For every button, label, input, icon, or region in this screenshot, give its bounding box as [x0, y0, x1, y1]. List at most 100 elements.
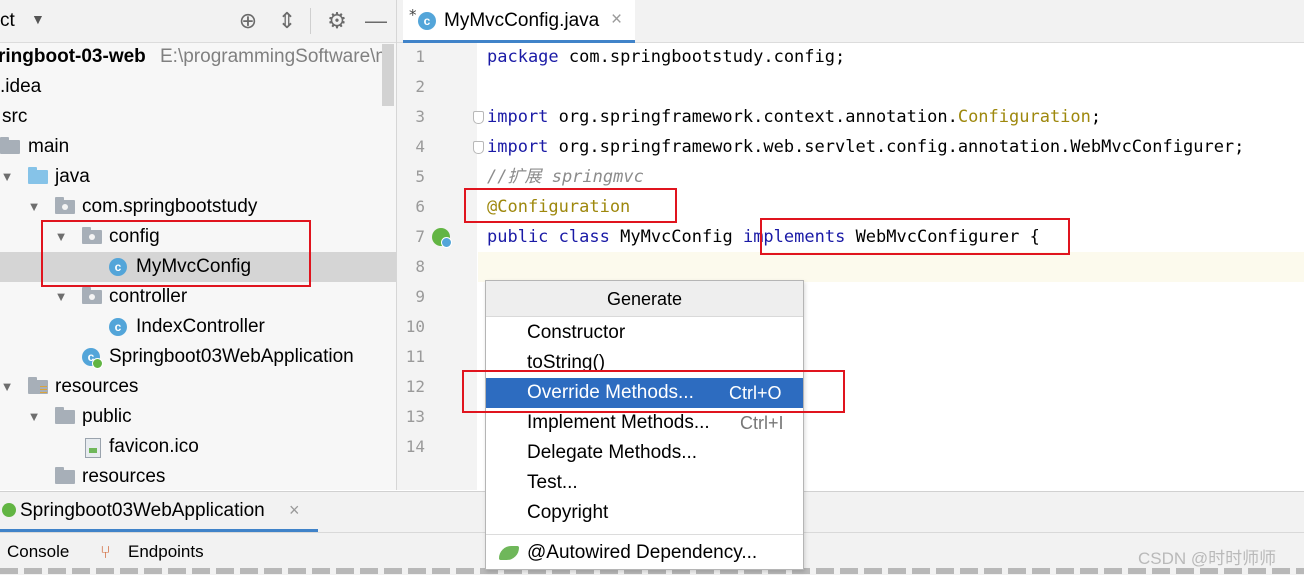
line-number: 6	[415, 197, 425, 216]
resources-folder-icon	[28, 377, 48, 394]
close-icon[interactable]: ×	[289, 500, 300, 521]
menu-item-label: Constructor	[527, 322, 626, 343]
tree-item-label: src	[2, 106, 28, 127]
tree-item-public[interactable]: ▼ public	[0, 402, 396, 432]
tree-item-label: IndexController	[136, 316, 265, 337]
line-number: 14	[405, 437, 425, 456]
expand-arrow-icon[interactable]: ▼	[0, 162, 14, 192]
code-text: ;	[1090, 107, 1102, 127]
class-icon: c	[418, 12, 436, 30]
tree-item-package[interactable]: ▼ com.springbootstudy	[0, 192, 396, 222]
line-number: 13	[405, 407, 425, 426]
code-text: org.springframework.context.annotation.	[548, 107, 958, 127]
line-number: 2	[415, 77, 425, 96]
fold-icon[interactable]	[473, 141, 484, 154]
spring-bean-gutter-icon[interactable]	[432, 228, 452, 248]
tree-item-label: Springboot03WebApplication	[109, 346, 354, 367]
tree-item-label: java	[55, 166, 90, 187]
tree-scrollbar[interactable]	[382, 44, 394, 106]
code-text: com.springbootstudy.config;	[558, 47, 846, 67]
code-comment: //扩展 springmvc	[487, 167, 644, 187]
code-line-1: package com.springbootstudy.config;	[487, 42, 845, 72]
keyword: import	[487, 137, 549, 157]
project-path: E:\programmingSoftware\m	[160, 46, 392, 67]
minimize-icon[interactable]: —	[363, 8, 389, 34]
menu-item-delegate-methods[interactable]: Delegate Methods...	[486, 438, 803, 468]
expand-arrow-icon[interactable]: ▼	[27, 192, 41, 222]
tree-item-label: public	[82, 406, 132, 427]
chevron-down-icon[interactable]: ▼	[31, 11, 45, 27]
menu-item-label: @Autowired Dependency...	[527, 542, 758, 563]
tree-item-resources-sub[interactable]: resources	[0, 462, 396, 490]
expand-arrow-icon[interactable]: ▼	[0, 372, 14, 402]
keyword: package	[487, 47, 559, 67]
source-folder-icon	[28, 167, 48, 184]
menu-divider	[486, 534, 803, 535]
menu-item-test[interactable]: Test...	[486, 468, 803, 498]
line-number: 3	[415, 107, 425, 126]
spring-boot-class-icon: c	[82, 348, 103, 369]
tree-item-java[interactable]: ▼ java	[0, 162, 396, 192]
spring-boot-run-icon	[2, 503, 16, 517]
menu-item-label: Delegate Methods...	[527, 442, 698, 463]
crosshair-icon[interactable]: ⊕	[235, 8, 261, 34]
folder-icon	[0, 137, 20, 154]
collapse-all-icon[interactable]: ⇕	[274, 8, 300, 34]
menu-item-autowired-dependency[interactable]: @Autowired Dependency...	[486, 538, 803, 568]
tab-title[interactable]: MyMvcConfig.java	[444, 10, 599, 32]
highlight-box-annotation	[464, 188, 677, 223]
code-text: org.springframework.web.servlet.config.a…	[548, 137, 1245, 157]
spring-leaf-icon	[499, 546, 519, 560]
tree-item-label: resources	[55, 376, 139, 397]
line-number: 10	[405, 317, 425, 336]
tree-item-src[interactable]: src	[0, 102, 396, 132]
project-view-title[interactable]: ct	[0, 10, 15, 32]
endpoints-icon: ⑂	[100, 542, 111, 562]
package-icon	[55, 197, 75, 214]
highlight-box-override	[462, 370, 845, 413]
keyword: public	[487, 227, 549, 247]
line-number: 12	[405, 377, 425, 396]
line-number: 11	[405, 347, 425, 366]
tree-item-indexcontroller[interactable]: c IndexController	[0, 312, 396, 342]
tree-item-favicon[interactable]: favicon.ico	[0, 432, 396, 462]
tree-item-label: main	[28, 136, 70, 157]
tab-endpoints[interactable]: Endpoints	[128, 542, 204, 562]
menu-item-label: Copyright	[527, 502, 609, 523]
toolbar-separator	[310, 8, 311, 34]
highlight-box-config	[41, 220, 311, 287]
class-icon: c	[109, 318, 127, 336]
tree-item-label: resources	[82, 466, 166, 487]
line-number: 7	[415, 227, 425, 246]
close-icon[interactable]: ×	[611, 9, 622, 31]
fold-icon[interactable]	[473, 111, 484, 124]
code-line-4: import org.springframework.web.servlet.c…	[487, 132, 1244, 162]
line-number: 8	[415, 257, 425, 276]
modified-marker: *	[409, 6, 417, 24]
tab-console[interactable]: Console	[7, 542, 69, 562]
menu-item-constructor[interactable]: Constructor	[486, 318, 803, 348]
keyword: import	[487, 107, 549, 127]
menu-item-copyright[interactable]: Copyright	[486, 498, 803, 528]
run-tab-label[interactable]: Springboot03WebApplication	[20, 500, 265, 522]
menu-item-label: Test...	[527, 472, 578, 493]
tree-item-resources[interactable]: ▼ resources	[0, 372, 396, 402]
highlight-box-implements	[760, 218, 1070, 255]
package-icon	[82, 287, 102, 304]
line-number: 4	[415, 137, 425, 156]
popup-title: Generate	[486, 281, 803, 317]
tree-item-application[interactable]: c Springboot03WebApplication	[0, 342, 396, 372]
tree-item-main[interactable]: main	[0, 132, 396, 162]
image-file-icon	[85, 438, 101, 458]
gear-icon[interactable]: ⚙	[324, 8, 350, 34]
tree-item-label: com.springbootstudy	[82, 196, 258, 217]
line-number: 5	[415, 167, 425, 186]
watermark: CSDN @时时师师	[1138, 549, 1277, 568]
tree-item-project-root[interactable]: ringboot-03-web E:\programmingSoftware\m	[0, 42, 396, 72]
class-name: MyMvcConfig	[620, 227, 733, 247]
line-number: 9	[415, 287, 425, 306]
tree-item-idea[interactable]: .idea	[0, 72, 396, 102]
expand-arrow-icon[interactable]: ▼	[27, 402, 41, 432]
folder-icon	[55, 467, 75, 484]
generate-popup: Generate Constructor toString() Override…	[485, 280, 804, 570]
